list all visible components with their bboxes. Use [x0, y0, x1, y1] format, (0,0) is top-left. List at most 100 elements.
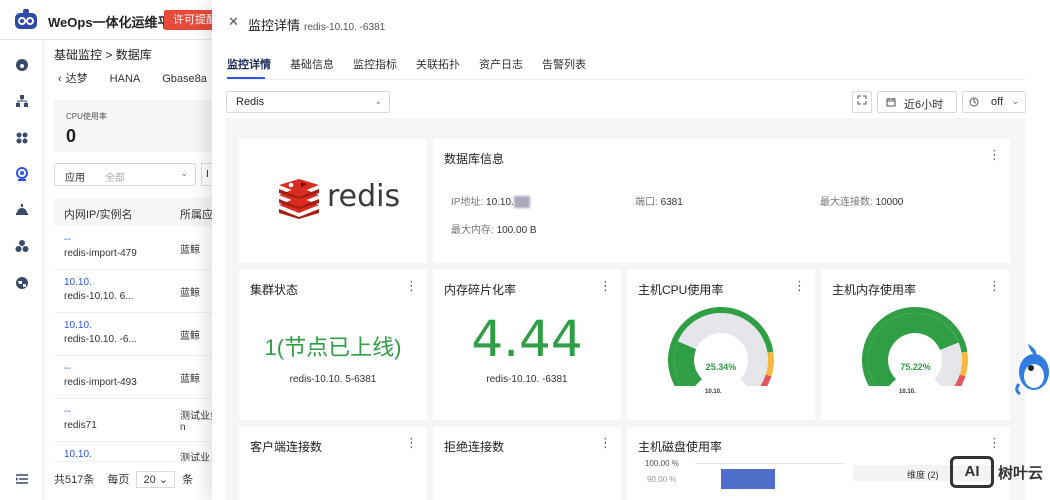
tab-basic-info[interactable]: 基础信息: [290, 56, 334, 72]
tab-hana[interactable]: HANA: [110, 73, 141, 85]
page-size-select[interactable]: 20 ⌄: [136, 471, 176, 488]
more-options-icon[interactable]: ⋮: [599, 436, 612, 449]
row-app: 测试业务 n: [180, 411, 214, 433]
row-instance-name[interactable]: redis-import-493: [64, 377, 137, 388]
active-tab-indicator: [227, 77, 265, 79]
table-row[interactable]: -- redis-import-493 蓝鲸: [54, 356, 214, 399]
cpu-usage-label: CPU使用率: [66, 112, 107, 121]
time-range-picker[interactable]: 近6小时: [877, 91, 957, 113]
max-memory-field: 最大内存: 100.00 B: [451, 221, 537, 236]
disk-legend-text: 维度 (2): [907, 470, 939, 480]
host-memory-gauge: [862, 307, 968, 386]
redis-logo-icon: [279, 179, 319, 219]
database-type-tabs: ‹ 达梦 HANA Gbase8a: [58, 70, 214, 86]
prev-tab-arrow-icon[interactable]: ‹: [58, 73, 62, 85]
row-app: 蓝鲸: [180, 374, 200, 385]
app-filter-label: 应用: [65, 173, 85, 184]
watermark: AI 树叶云: [946, 452, 1048, 492]
row-instance-name[interactable]: redis-10.10. -6...: [64, 334, 137, 345]
database-info-title: 数据库信息: [444, 152, 505, 166]
host-memory-instance: 10.10.: [899, 389, 916, 395]
host-memory-percent: 75.22%: [900, 362, 931, 372]
monitor-detail-drawer: ✕ 监控详情 redis-10.10. -6381 监控详情 基础信息 监控指标 …: [212, 0, 1050, 500]
port-label: 端口:: [635, 197, 658, 208]
apps-grid-icon[interactable]: [15, 131, 29, 145]
max-memory-label: 最大内存:: [451, 225, 494, 236]
disk-y-axis-next: 90.00 %: [647, 475, 677, 484]
more-options-icon[interactable]: ⋮: [405, 279, 418, 292]
tab-gbase8a[interactable]: Gbase8a: [162, 73, 207, 85]
page-size-unit: 条: [182, 474, 194, 486]
host-memory-title: 主机内存使用率: [832, 283, 917, 297]
max-memory-value: 100.00 B: [496, 225, 537, 236]
disk-usage-bar: [721, 469, 775, 489]
chevron-down-icon: ⌄: [180, 168, 188, 178]
breadcrumb-item[interactable]: 基础监控: [54, 48, 102, 62]
table-row[interactable]: 10.10. redis-10.10. 6... 蓝鲸: [54, 270, 214, 313]
row-app: 蓝鲸: [180, 288, 200, 299]
column-header-ip[interactable]: 内网IP/实例名: [64, 206, 132, 222]
dashboard-icon[interactable]: [15, 58, 29, 72]
memory-fragmentation-title: 内存碎片化率: [444, 283, 517, 297]
row-app: 测试业: [180, 453, 210, 462]
host-cpu-title: 主机CPU使用率: [638, 283, 724, 297]
max-connections-field: 最大连接数: 10000: [820, 193, 903, 208]
weops-logo-icon[interactable]: [14, 9, 38, 31]
chevron-down-icon: ⌄: [1011, 96, 1019, 106]
globe-icon[interactable]: [15, 276, 29, 290]
monitor-icon[interactable]: [15, 167, 29, 181]
auto-refresh-select[interactable]: off ⌄: [962, 91, 1026, 113]
redacted-block: [513, 196, 530, 209]
more-options-icon[interactable]: ⋮: [405, 436, 418, 449]
row-ip: --: [64, 234, 71, 245]
tab-asset-log[interactable]: 资产日志: [479, 56, 523, 72]
table-row[interactable]: -- redis-import-479 蓝鲸: [54, 227, 214, 270]
row-app: 蓝鲸: [180, 245, 200, 256]
assistant-mascot-icon[interactable]: [1010, 338, 1050, 396]
more-options-icon[interactable]: ⋮: [988, 148, 1001, 161]
memory-fragmentation-value: 4.44: [471, 310, 583, 368]
tab-alert-list[interactable]: 告警列表: [542, 56, 586, 72]
dashboard-panel-area: redis 数据库信息 ⋮ IP地址: 10.10. 端口: 6381 最大连接…: [226, 118, 1025, 500]
table-row[interactable]: 10.10. redis-10.10. -6... 蓝鲸: [54, 313, 214, 356]
tab-metrics[interactable]: 监控指标: [353, 56, 397, 72]
total-count: 共517条: [54, 474, 95, 486]
row-app: 蓝鲸: [180, 331, 200, 342]
database-list-page: 基础监控 > 数据库 ‹ 达梦 HANA Gbase8a CPU使用率 0 应用 全部…: [44, 40, 214, 500]
breadcrumb: 基础监控 > 数据库: [54, 46, 152, 63]
close-icon[interactable]: ✕: [228, 14, 239, 30]
more-options-icon[interactable]: ⋮: [599, 279, 612, 292]
collapse-menu-icon[interactable]: [15, 472, 29, 486]
app-filter-select[interactable]: 应用 全部 ⌄: [54, 163, 196, 186]
host-cpu-card: 主机CPU使用率 ⋮ 25.34% 10.10.: [627, 270, 815, 420]
host-memory-card: 主机内存使用率 ⋮ 75.22% 10.10.: [821, 270, 1010, 420]
auto-refresh-value: off: [991, 96, 1004, 108]
tab-monitor-detail[interactable]: 监控详情: [227, 56, 271, 72]
tab-topology[interactable]: 关联拓扑: [416, 56, 460, 72]
cluster-icon[interactable]: [15, 239, 29, 253]
fragmentation-instance-name: redis-10.10. -6381: [486, 374, 568, 385]
table-row[interactable]: 10.10. 测试业: [54, 442, 214, 462]
memory-fragmentation-card: 内存碎片化率 ⋮ 4.44 redis-10.10. -6381: [433, 270, 621, 420]
table-row[interactable]: -- redis71 测试业务 n: [54, 399, 214, 442]
more-options-icon[interactable]: ⋮: [793, 279, 806, 292]
watermark-logo: AI: [950, 456, 994, 488]
rejected-connections-card: 拒绝连接数 ⋮: [433, 427, 621, 500]
more-options-icon[interactable]: ⋮: [988, 279, 1001, 292]
topology-icon[interactable]: [15, 94, 29, 108]
disk-y-axis-top: 100.00 %: [645, 459, 679, 468]
row-instance-name[interactable]: redis-10.10. 6...: [64, 291, 133, 302]
row-instance-name[interactable]: redis-import-479: [64, 248, 137, 259]
ip-address-value: 10.10.: [486, 197, 514, 208]
alert-icon[interactable]: [15, 203, 29, 217]
more-options-icon[interactable]: ⋮: [988, 436, 1001, 449]
host-cpu-gauge: [668, 307, 774, 386]
tab-dameng[interactable]: 达梦: [66, 73, 88, 85]
ip-address-label: IP地址:: [451, 197, 484, 208]
resource-type-select[interactable]: Redis ⌄: [226, 91, 390, 113]
row-instance-name[interactable]: redis71: [64, 420, 97, 431]
column-header-app[interactable]: 所属应用: [180, 206, 214, 222]
fullscreen-button[interactable]: [852, 91, 872, 113]
client-connections-title: 客户端连接数: [250, 440, 323, 454]
detail-tabs: 监控详情 基础信息 监控指标 关联拓扑 资产日志 告警列表: [226, 52, 1026, 80]
